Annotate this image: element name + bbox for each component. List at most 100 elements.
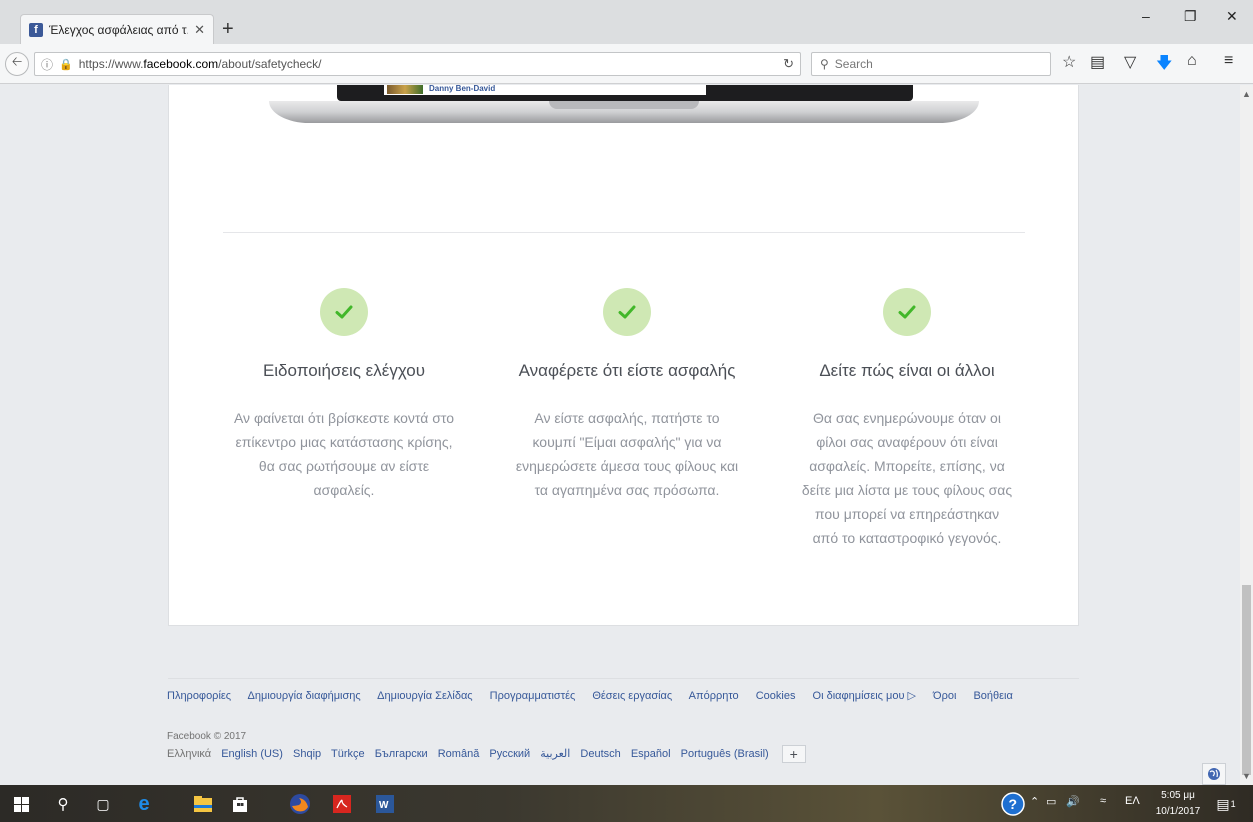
language-link[interactable]: Español: [631, 748, 671, 760]
svg-text:W: W: [379, 800, 389, 811]
footer-link-ad-choices[interactable]: Οι διαφημίσεις μου: [813, 690, 905, 702]
tab-title: Έλεγχος ασφάλειας από τ...: [49, 22, 189, 37]
word-icon[interactable]: W: [374, 793, 396, 815]
tray-chevron-icon[interactable]: ⌃: [1030, 795, 1039, 808]
feature-text: Αν είστε ασφαλής, πατήστε το κουμπί "Είμ…: [515, 410, 739, 498]
footer-link-help[interactable]: Βοήθεια: [973, 690, 1012, 702]
check-circle-icon: [883, 288, 931, 336]
language-link[interactable]: Български: [375, 748, 428, 760]
footer-link-create-page[interactable]: Δημιουργία Σελίδας: [377, 690, 472, 702]
feature-text: Θα σας ενημερώνουμε όταν οι φίλοι σας αν…: [801, 410, 1013, 546]
laptop-notch: [549, 101, 699, 109]
footer-link-terms[interactable]: Όροι: [933, 690, 956, 702]
language-link[interactable]: Shqip: [293, 748, 321, 760]
input-language[interactable]: ΕΛ: [1125, 795, 1140, 807]
more-languages-button[interactable]: +: [781, 745, 806, 763]
action-center-glyph: ▤: [1216, 795, 1230, 812]
globe-icon[interactable]: [1202, 763, 1226, 785]
scroll-up-icon[interactable]: ▲: [1242, 89, 1251, 99]
footer-link-about[interactable]: Πληροφορίες: [167, 690, 231, 702]
section-divider: [223, 232, 1025, 233]
feature-text: Αν φαίνεται ότι βρίσκεστε κοντά στο επίκ…: [233, 410, 455, 498]
windows-start-icon[interactable]: [10, 793, 32, 815]
language-link[interactable]: Türkçe: [331, 748, 365, 760]
bookmark-star-icon[interactable]: ☆: [1062, 52, 1076, 72]
search-input[interactable]: ⚲ Search: [811, 52, 1051, 76]
language-link[interactable]: Română: [438, 748, 480, 760]
feature-see-others: Δείτε πώς είναι οι άλλοι Θα σας ενημερών…: [787, 288, 1027, 550]
language-link[interactable]: العربية: [540, 748, 570, 760]
clock-time: 5:05 μμ: [1161, 790, 1195, 801]
taskbar-search-icon[interactable]: ⚲: [52, 793, 74, 815]
safety-check-card: Danny Ben-David Ειδοποιήσεις ελέγχου Αν …: [168, 85, 1079, 626]
browser-tab[interactable]: f Έλεγχος ασφάλειας από τ... ✕: [20, 14, 214, 44]
home-icon[interactable]: ⌂: [1187, 52, 1197, 70]
reload-icon[interactable]: ↻: [783, 56, 794, 72]
window-close-icon[interactable]: ✕: [1226, 8, 1238, 25]
back-arrow-icon[interactable]: 🡠: [5, 52, 29, 76]
feature-mark-safe: Αναφέρετε ότι είστε ασφαλής Αν είστε ασφ…: [502, 288, 752, 502]
battery-icon[interactable]: ▭: [1046, 795, 1056, 808]
edge-browser-icon[interactable]: e: [131, 793, 157, 815]
store-icon[interactable]: [229, 793, 251, 815]
page-viewport: Danny Ben-David Ειδοποιήσεις ελέγχου Αν …: [0, 85, 1240, 785]
file-explorer-icon[interactable]: [192, 793, 214, 815]
lock-icon[interactable]: 🔒: [59, 58, 73, 71]
action-center-icon[interactable]: ▤ 1: [1214, 793, 1238, 815]
footer-link-cookies[interactable]: Cookies: [756, 690, 796, 702]
menu-icon[interactable]: ≡: [1224, 52, 1233, 70]
new-tab-button[interactable]: +: [222, 18, 234, 41]
taskbar-clock[interactable]: 5:05 μμ 10/1/2017: [1153, 788, 1203, 820]
firefox-icon[interactable]: [287, 793, 313, 815]
url-domain: facebook.com: [143, 57, 219, 71]
post-thumbnail: [387, 85, 423, 94]
language-link[interactable]: Deutsch: [580, 748, 620, 760]
footer-links: Πληροφορίες Δημιουργία διαφήμισης Δημιου…: [167, 689, 1027, 702]
pocket-icon[interactable]: ▽: [1124, 52, 1136, 72]
check-circle-icon: [320, 288, 368, 336]
footer-divider: [168, 678, 1079, 679]
footer-link-careers[interactable]: Θέσεις εργασίας: [592, 690, 672, 702]
feature-title: Αναφέρετε ότι είστε ασφαλής: [518, 361, 736, 380]
notification-count: 1: [1230, 799, 1236, 809]
vertical-scrollbar[interactable]: ▲ ▼: [1240, 85, 1253, 785]
url-path: /about/safetycheck/: [218, 57, 322, 71]
downloads-icon[interactable]: 🡇: [1156, 52, 1172, 79]
search-icon: ⚲: [820, 57, 829, 71]
browser-tab-bar: f Έλεγχος ασφάλειας από τ... ✕ + – ❐ ✕: [0, 0, 1253, 44]
facebook-favicon-icon: f: [29, 22, 43, 37]
windows-taskbar: ⚲ ▢ e W ? ⌃ ▭ 🔊 ≈ ΕΛ 5:05 μμ 10/1/2017 ▤…: [0, 785, 1253, 822]
svg-text:?: ?: [1009, 796, 1018, 812]
help-icon[interactable]: ?: [1000, 792, 1026, 816]
feature-title: Δείτε πώς είναι οι άλλοι: [819, 361, 995, 380]
task-view-icon[interactable]: ▢: [92, 793, 114, 815]
language-selector: Ελληνικά English (US) Shqip Türkçe Бълга…: [167, 745, 813, 763]
copyright: Facebook © 2017: [167, 731, 247, 742]
url-prefix: https://www.: [78, 57, 144, 71]
footer-link-developers[interactable]: Προγραμματιστές: [490, 690, 576, 702]
restore-icon[interactable]: ❐: [1184, 8, 1197, 25]
ad-choices-icon[interactable]: ▷: [908, 690, 916, 702]
scrollbar-thumb[interactable]: [1242, 585, 1251, 775]
acrobat-icon[interactable]: [331, 793, 353, 815]
language-link[interactable]: Русский: [489, 748, 530, 760]
info-icon[interactable]: ⓘ: [41, 56, 53, 73]
tab-close-icon[interactable]: ✕: [194, 22, 205, 38]
reading-list-icon[interactable]: ▤: [1090, 52, 1105, 72]
scroll-down-icon[interactable]: ▼: [1242, 771, 1251, 781]
post-author-name: Danny Ben-David: [429, 85, 496, 93]
url-bar[interactable]: ⓘ 🔒 https://www. facebook.com/about/safet…: [34, 52, 801, 76]
current-language: Ελληνικά: [167, 747, 212, 760]
language-link[interactable]: English (US): [221, 748, 283, 760]
footer-link-privacy[interactable]: Απόρρητο: [689, 690, 739, 702]
check-circle-icon: [603, 288, 651, 336]
volume-icon[interactable]: 🔊: [1066, 795, 1080, 808]
language-link[interactable]: Português (Brasil): [681, 748, 769, 760]
footer-link-create-ad[interactable]: Δημιουργία διαφήμισης: [248, 690, 361, 702]
feature-check-notifications: Ειδοποιήσεις ελέγχου Αν φαίνεται ότι βρί…: [224, 288, 464, 502]
clock-date: 10/1/2017: [1155, 806, 1201, 817]
feature-title: Ειδοποιήσεις ελέγχου: [262, 361, 426, 380]
wifi-icon[interactable]: ≈: [1100, 795, 1106, 807]
minimize-icon[interactable]: –: [1142, 8, 1150, 24]
search-placeholder: Search: [834, 57, 873, 71]
